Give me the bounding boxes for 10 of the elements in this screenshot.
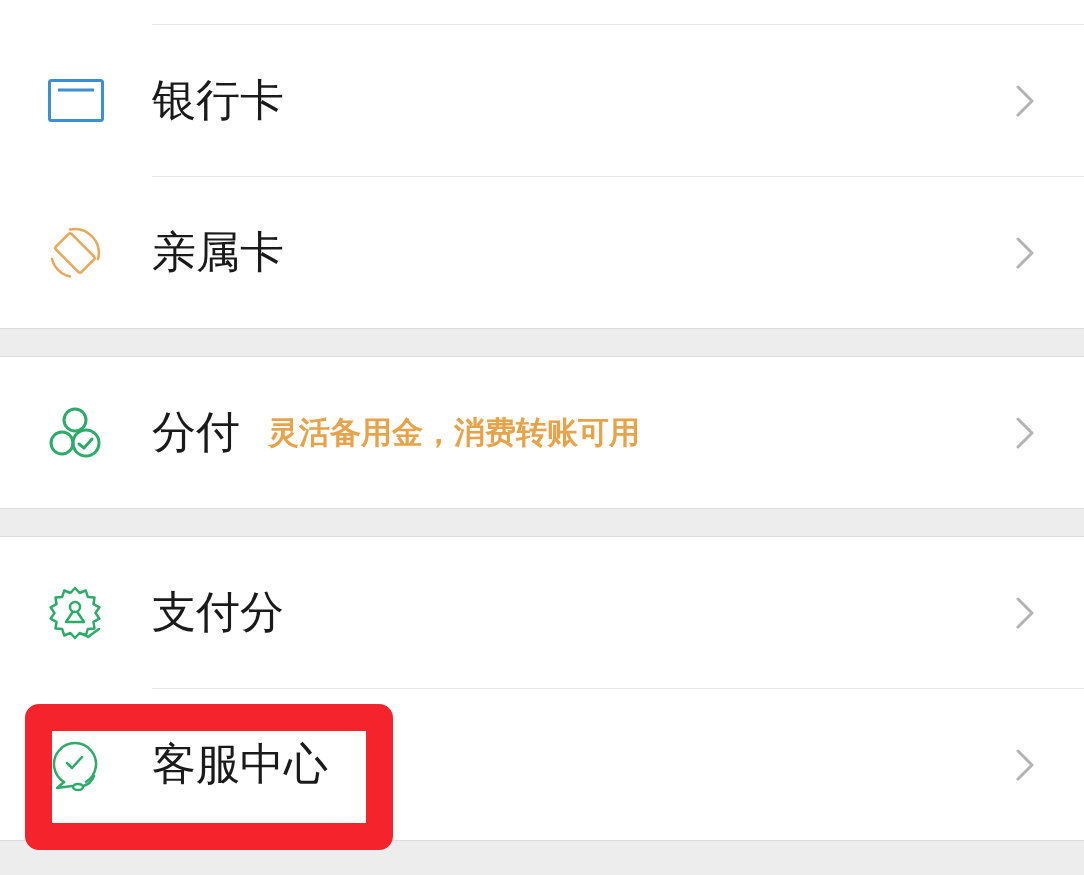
- promo-text: 灵活备用金，消费转账可用: [268, 413, 640, 452]
- tilted-card-icon: [48, 225, 102, 280]
- menu-item[interactable]: 支付分: [152, 586, 284, 639]
- menu-item[interactable]: 分付: [152, 406, 240, 459]
- badge-person-icon: [48, 585, 102, 640]
- menu-item[interactable]: 亲属卡: [152, 226, 284, 279]
- bank-card-icon: [48, 79, 104, 122]
- menu-item[interactable]: 客服中心: [152, 738, 328, 791]
- three-circles-icon: [48, 405, 102, 460]
- menu-item[interactable]: 银行卡: [152, 74, 284, 127]
